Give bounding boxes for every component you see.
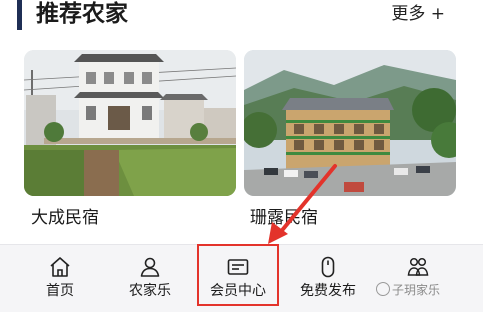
farm-name[interactable]: 大成民宿 bbox=[31, 207, 99, 229]
farm-name[interactable]: 珊露民宿 bbox=[250, 207, 318, 229]
home-icon bbox=[48, 255, 72, 279]
farm-photo[interactable] bbox=[244, 50, 456, 196]
section-title: 推荐农家 bbox=[36, 1, 128, 27]
nav-item-home[interactable]: 首页 bbox=[18, 245, 102, 312]
watermark-text: 子玥家乐 bbox=[392, 283, 441, 297]
farm-photo[interactable] bbox=[24, 50, 236, 196]
farm-card[interactable]: 大成民宿 bbox=[24, 50, 236, 228]
section-header: 推荐农家 更多 + bbox=[0, 0, 483, 34]
nav-label: 免费发布 bbox=[300, 283, 356, 299]
mouse-icon bbox=[316, 255, 340, 279]
guesthouse-photo-2 bbox=[244, 50, 456, 196]
member-center-highlight-box bbox=[197, 244, 279, 306]
nav-label: 首页 bbox=[46, 283, 74, 299]
person-icon bbox=[138, 255, 162, 279]
nav-item-farmstay[interactable]: 农家乐 bbox=[108, 245, 192, 312]
nav-label: 农家乐 bbox=[129, 283, 171, 299]
nav-item-group[interactable] bbox=[376, 245, 460, 312]
more-link[interactable]: 更多 + bbox=[391, 2, 445, 26]
header-accent-bar bbox=[17, 0, 22, 30]
guesthouse-photo-1 bbox=[24, 50, 236, 196]
farm-card[interactable]: 珊露民宿 bbox=[244, 50, 456, 228]
watermark-logo-icon bbox=[376, 282, 390, 296]
group-icon bbox=[406, 255, 430, 279]
nav-item-free-publish[interactable]: 免费发布 bbox=[286, 245, 370, 312]
